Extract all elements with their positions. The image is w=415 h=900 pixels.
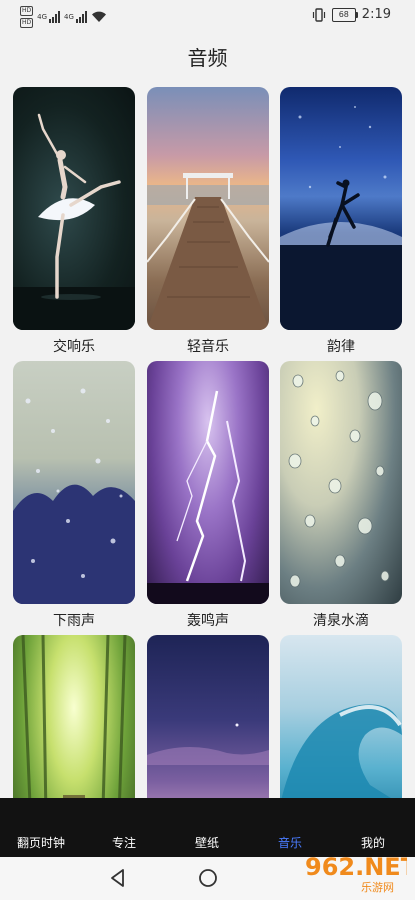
card-label: 轰鸣声 bbox=[187, 613, 229, 629]
watermark-main: 962.NET bbox=[305, 853, 407, 881]
watermark-sub: 乐游网 bbox=[361, 881, 394, 894]
audio-card-rain[interactable]: 下雨声 bbox=[13, 361, 135, 629]
hd-badges: HD HD bbox=[20, 6, 34, 28]
vibrate-icon bbox=[312, 7, 326, 22]
battery-icon: 68 bbox=[331, 7, 358, 22]
ocean-leap-image bbox=[280, 87, 402, 330]
rain-window-image bbox=[13, 361, 135, 604]
audio-card-spring-drops[interactable]: 清泉水滴 bbox=[280, 361, 402, 629]
signal-icon bbox=[49, 11, 61, 23]
status-bar: HD HD 4G 4G 68 2:19 bbox=[0, 0, 415, 32]
pier-sunset-image bbox=[147, 87, 269, 330]
status-right: 68 2:19 bbox=[312, 7, 391, 22]
back-icon[interactable] bbox=[106, 866, 130, 890]
network-badge: 4G bbox=[37, 13, 48, 21]
tab-wallpaper[interactable]: 壁纸 bbox=[195, 834, 219, 851]
card-label: 轻音乐 bbox=[187, 339, 229, 355]
card-label: 韵律 bbox=[327, 339, 355, 355]
network-badge: 4G bbox=[64, 13, 74, 21]
home-icon[interactable] bbox=[196, 866, 220, 890]
ballet-dancer-image bbox=[13, 87, 135, 330]
tab-music[interactable]: 音乐 bbox=[278, 834, 302, 851]
tab-flip-clock[interactable]: 翻页时钟 bbox=[17, 834, 65, 851]
water-drops-image bbox=[280, 361, 402, 604]
card-label: 清泉水滴 bbox=[313, 613, 369, 629]
signal-icon bbox=[75, 11, 87, 23]
audio-card-rhythm[interactable]: 韵律 bbox=[280, 87, 402, 355]
status-time: 2:19 bbox=[361, 7, 391, 22]
page-title: 音频 bbox=[187, 46, 228, 70]
audio-screen: HD HD 4G 4G 68 2:19 音频 交响乐 轻音乐 韵律 下雨声 轰鸣… bbox=[0, 0, 415, 900]
audio-card-symphony[interactable]: 交响乐 bbox=[13, 87, 135, 355]
bottom-nav: 翻页时钟 专注 壁纸 音乐 我的 bbox=[0, 798, 415, 857]
card-label: 交响乐 bbox=[53, 339, 95, 355]
card-label: 下雨声 bbox=[53, 613, 95, 629]
lightning-storm-image bbox=[147, 361, 269, 604]
audio-card-thunder[interactable]: 轰鸣声 bbox=[147, 361, 269, 629]
hd-badge: HD bbox=[20, 6, 34, 16]
tab-focus[interactable]: 专注 bbox=[112, 834, 136, 851]
audio-card-light-music[interactable]: 轻音乐 bbox=[147, 87, 269, 355]
wifi-icon bbox=[91, 11, 107, 23]
status-left: HD HD 4G 4G bbox=[20, 6, 107, 28]
watermark-logo: 962.NET 乐游网 bbox=[303, 851, 415, 897]
hd-badge: HD bbox=[20, 18, 34, 28]
tab-mine[interactable]: 我的 bbox=[361, 834, 385, 851]
